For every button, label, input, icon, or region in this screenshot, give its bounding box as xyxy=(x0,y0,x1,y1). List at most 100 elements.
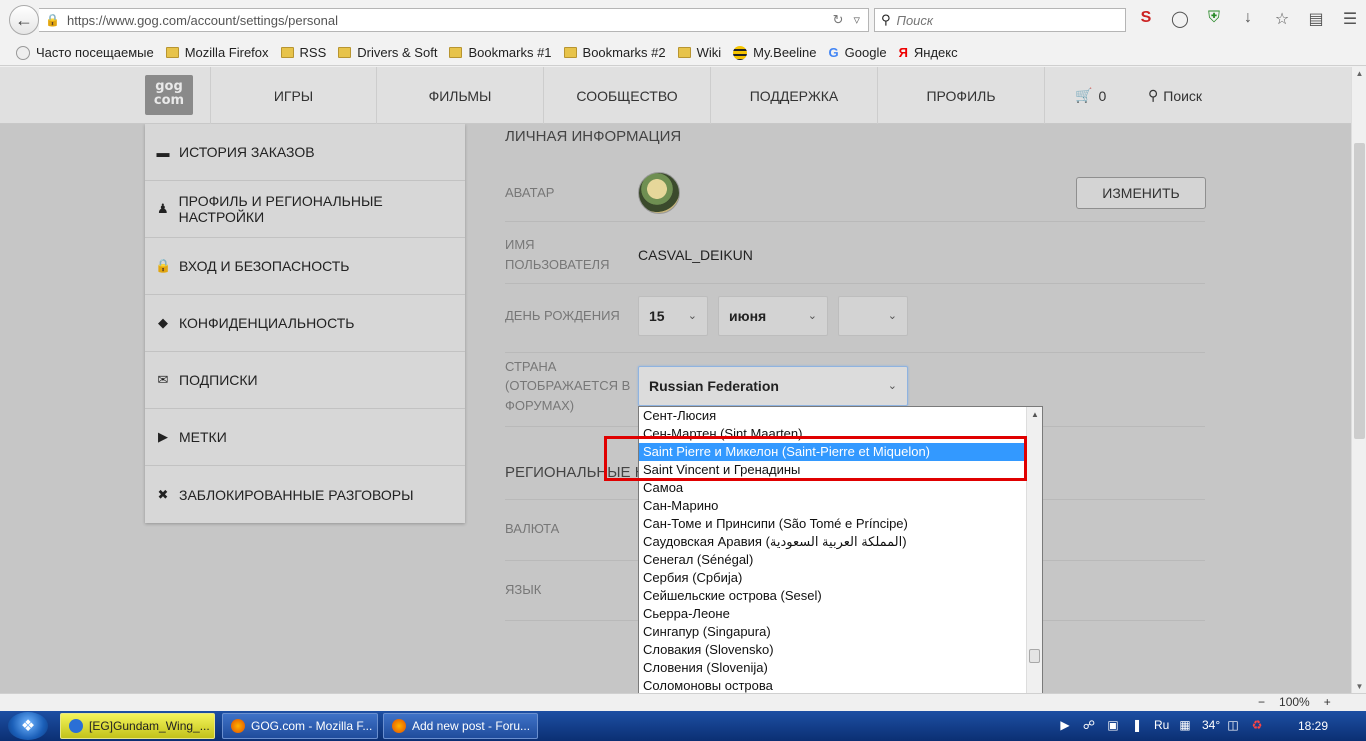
download-icon[interactable]: ↓ xyxy=(1238,9,1258,29)
country-option[interactable]: Словения (Slovenija) xyxy=(639,659,1027,677)
menu-icon[interactable]: ☰ xyxy=(1340,9,1360,29)
reading-list-icon[interactable]: ▤ xyxy=(1306,9,1326,29)
bookmark-beeline[interactable]: My.Beeline xyxy=(733,45,817,60)
divider xyxy=(505,283,1205,284)
main-nav: ИГРЫ ФИЛЬМЫ СООБЩЕСТВО ПОДДЕРЖКА ПРОФИЛЬ xyxy=(210,67,1045,124)
bookmark-firefox[interactable]: Mozilla Firefox xyxy=(165,45,269,60)
bookmark-drivers[interactable]: Drivers & Soft xyxy=(338,45,437,60)
language-label: ЯЗЫК xyxy=(505,582,542,597)
country-option[interactable]: Сингапур (Singapura) xyxy=(639,623,1027,641)
scroll-up-icon[interactable]: ▲ xyxy=(1352,69,1366,78)
sidebar-item-orders[interactable]: ▬ ИСТОРИЯ ЗАКАЗОВ xyxy=(145,124,465,181)
bookmark-wiki[interactable]: Wiki xyxy=(677,45,721,60)
bookmark-google[interactable]: G Google xyxy=(829,45,887,60)
url-text[interactable]: https://www.gog.com/account/settings/per… xyxy=(67,13,833,28)
gog-logo[interactable]: gog com xyxy=(145,75,193,115)
folder-icon xyxy=(280,47,294,58)
country-option[interactable]: Сербия (Србија) xyxy=(639,569,1027,587)
system-tray: ▶ ☍ ▣ ❚ Ru ▦ 34° ◫ ♻ xyxy=(1058,718,1264,732)
country-select[interactable]: Russian Federation ⌄ xyxy=(638,366,908,406)
nav-community[interactable]: СООБЩЕСТВО xyxy=(544,67,711,124)
toolbar-icons: S ◯ ⛨ ↓ ☆ ▤ ☰ xyxy=(1136,9,1360,29)
country-option[interactable]: Самоа xyxy=(639,479,1027,497)
country-option[interactable]: Сент-Люсия xyxy=(639,407,1027,425)
nav-support[interactable]: ПОДДЕРЖКА xyxy=(711,67,878,124)
back-button[interactable]: ← xyxy=(9,5,39,35)
adblock-icon[interactable]: ⛨ xyxy=(1204,9,1224,29)
user-icon: ♟ xyxy=(156,201,169,216)
taskbar-clock[interactable]: 18:29 xyxy=(1298,719,1328,733)
mail-icon: ✉ xyxy=(157,372,169,387)
network-icon[interactable]: ☍ xyxy=(1082,718,1096,732)
site-search-label: Поиск xyxy=(1163,87,1203,104)
addon-shield-icon[interactable]: ◯ xyxy=(1170,9,1190,29)
country-option[interactable]: Сьерра-Леоне xyxy=(639,605,1027,623)
bookmark-bookmarks-1[interactable]: Bookmarks #1 xyxy=(449,45,552,60)
dropdown-arrow-icon[interactable]: ▿ xyxy=(853,12,860,28)
country-option[interactable]: Саудовская Аравия (المملكة العربية السعو… xyxy=(639,533,1027,551)
cart-button[interactable]: 🛒 0 xyxy=(1075,87,1106,104)
sidebar-item-blocked[interactable]: ✖ ЗАБЛОКИРОВАННЫЕ РАЗГОВОРЫ xyxy=(145,466,465,523)
folder-icon xyxy=(563,47,577,58)
scroll-thumb[interactable] xyxy=(1354,143,1365,439)
reload-icon[interactable]: ↻ xyxy=(833,12,844,28)
bookmark-bookmarks-2[interactable]: Bookmarks #2 xyxy=(563,45,666,60)
dropdown-scrollbar[interactable]: ▲ ▼ xyxy=(1026,407,1042,729)
pause-icon[interactable]: ❚ xyxy=(1130,718,1144,732)
bookmark-star-icon[interactable]: ☆ xyxy=(1272,9,1292,29)
start-button[interactable]: ❖ xyxy=(8,712,48,740)
sidebar-item-security[interactable]: 🔒 ВХОД И БЕЗОПАСНОСТЬ xyxy=(145,238,465,295)
sidebar-item-tags[interactable]: ▶ МЕТКИ xyxy=(145,409,465,466)
page-scrollbar[interactable]: ▲ ▼ xyxy=(1351,67,1366,693)
country-option[interactable]: Сан-Марино xyxy=(639,497,1027,515)
addon-s-icon[interactable]: S xyxy=(1136,9,1156,29)
app-grid-icon[interactable]: ▦ xyxy=(1178,718,1192,732)
url-bar[interactable]: 🔒 https://www.gog.com/account/settings/p… xyxy=(39,8,869,32)
zoom-in-button[interactable]: + xyxy=(1324,695,1331,709)
chevron-down-icon: ⌄ xyxy=(887,310,897,322)
sidebar-item-profile[interactable]: ♟ ПРОФИЛЬ И РЕГИОНАЛЬНЫЕ НАСТРОЙКИ xyxy=(145,181,465,238)
country-option[interactable]: Сенегал (Sénégal) xyxy=(639,551,1027,569)
zoom-out-button[interactable]: − xyxy=(1258,695,1265,709)
scroll-thumb[interactable] xyxy=(1029,649,1040,663)
zoom-controls: − 100% + xyxy=(1258,695,1331,709)
birthday-month-select[interactable]: июня ⌄ xyxy=(718,296,828,336)
country-label-line2: (ОТОБРАЖАЕТСЯ В xyxy=(505,378,631,393)
scroll-up-icon[interactable]: ▲ xyxy=(1027,407,1042,423)
birthday-year-select[interactable]: ⌄ xyxy=(838,296,908,336)
temperature-indicator[interactable]: 34° xyxy=(1202,718,1220,732)
country-option[interactable]: Словакия (Slovensko) xyxy=(639,641,1027,659)
change-avatar-button[interactable]: ИЗМЕНИТЬ xyxy=(1076,177,1206,209)
display-icon[interactable]: ▣ xyxy=(1106,718,1120,732)
block-icon: ✖ xyxy=(157,486,169,502)
task-media-player[interactable]: [EG]Gundam_Wing_... xyxy=(60,713,215,739)
country-option[interactable]: Сан-Томе и Принсипи (São Tomé e Príncipe… xyxy=(639,515,1027,533)
task-firefox-forum[interactable]: Add new post - Foru... xyxy=(383,713,538,739)
yandex-icon: Я xyxy=(898,45,908,60)
task-firefox-gog[interactable]: GOG.com - Mozilla F... xyxy=(222,713,378,739)
browser-search-input[interactable] xyxy=(896,12,1097,28)
birthday-day-select[interactable]: 15 ⌄ xyxy=(638,296,708,336)
warning-icon: ◆ xyxy=(158,315,168,330)
language-indicator[interactable]: Ru xyxy=(1154,718,1169,732)
bookmark-most-visited[interactable]: Часто посещаемые xyxy=(16,45,154,60)
site-search-button[interactable]: ⚲ Поиск xyxy=(1148,87,1202,104)
antivirus-icon[interactable]: ♻ xyxy=(1250,718,1264,732)
bookmark-rss[interactable]: RSS xyxy=(280,45,326,60)
country-option[interactable]: Сейшельские острова (Sesel) xyxy=(639,587,1027,605)
scroll-down-icon[interactable]: ▼ xyxy=(1352,682,1366,691)
chip-icon[interactable]: ◫ xyxy=(1226,718,1240,732)
zoom-level[interactable]: 100% xyxy=(1279,695,1310,709)
bookmark-yandex[interactable]: Я Яндекс xyxy=(899,45,958,60)
nav-games[interactable]: ИГРЫ xyxy=(210,67,377,124)
card-icon: ▬ xyxy=(156,144,170,160)
play-icon[interactable]: ▶ xyxy=(1058,718,1072,732)
search-icon: ⚲ xyxy=(1148,87,1159,103)
sidebar-item-subscriptions[interactable]: ✉ ПОДПИСКИ xyxy=(145,352,465,409)
currency-label: ВАЛЮТА xyxy=(505,521,560,536)
browser-search[interactable]: ⚲ xyxy=(874,8,1126,32)
sidebar-item-privacy[interactable]: ◆ КОНФИДЕНЦИАЛЬНОСТЬ xyxy=(145,295,465,352)
chevron-down-icon: ⌄ xyxy=(687,310,697,322)
nav-profile[interactable]: ПРОФИЛЬ xyxy=(878,67,1045,124)
nav-movies[interactable]: ФИЛЬМЫ xyxy=(377,67,544,124)
